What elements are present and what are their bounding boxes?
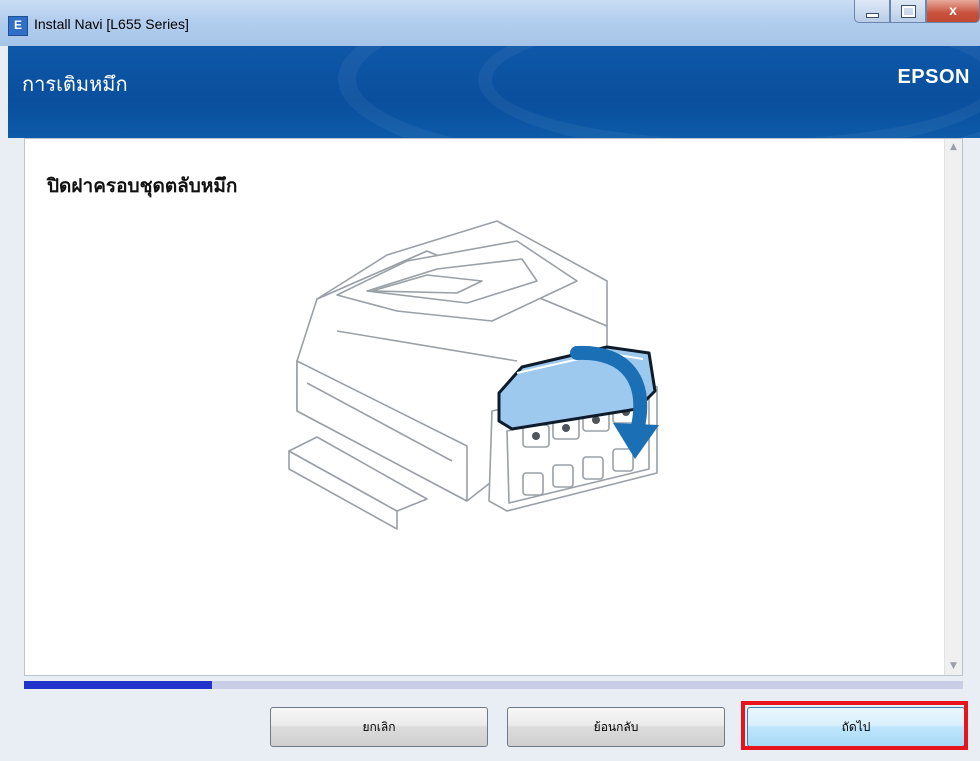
header-banner: การเติมหมึก EPSON (8, 46, 980, 138)
page-title: การเติมหมึก (22, 72, 128, 96)
brand-logo: EPSON (897, 66, 970, 88)
step-heading: ปิดฝาครอบชุดตลับหมึก (47, 175, 238, 197)
cancel-button-label: ยกเลิก (362, 719, 396, 734)
close-button[interactable]: x (926, 0, 980, 23)
progress-bar (24, 681, 963, 689)
close-icon: x (949, 2, 957, 18)
content-panel: ปิดฝาครอบชุดตลับหมึก ▲ ▼ (24, 138, 963, 676)
next-button-label: ถัดไป (841, 719, 871, 734)
printer-illustration (288, 220, 659, 530)
scroll-down-icon[interactable]: ▼ (945, 658, 962, 675)
window-controls: x (854, 0, 980, 30)
back-button-label: ย้อนกลับ (593, 719, 639, 734)
app-icon: E (8, 16, 28, 36)
progress-fill (24, 681, 212, 689)
header-decoration (478, 46, 980, 138)
vertical-scrollbar[interactable]: ▲ ▼ (944, 139, 962, 675)
window-titlebar[interactable]: E Install Navi [L655 Series] x (0, 0, 980, 46)
scroll-up-icon[interactable]: ▲ (945, 139, 962, 156)
cancel-button[interactable]: ยกเลิก (270, 707, 488, 747)
footer: ยกเลิก ย้อนกลับ ถัดไป (0, 690, 980, 761)
next-button[interactable]: ถัดไป (747, 707, 965, 747)
window-title: Install Navi [L655 Series] (34, 16, 189, 32)
minimize-button[interactable] (854, 0, 890, 23)
maximize-button[interactable] (890, 0, 926, 23)
back-button[interactable]: ย้อนกลับ (507, 707, 725, 747)
